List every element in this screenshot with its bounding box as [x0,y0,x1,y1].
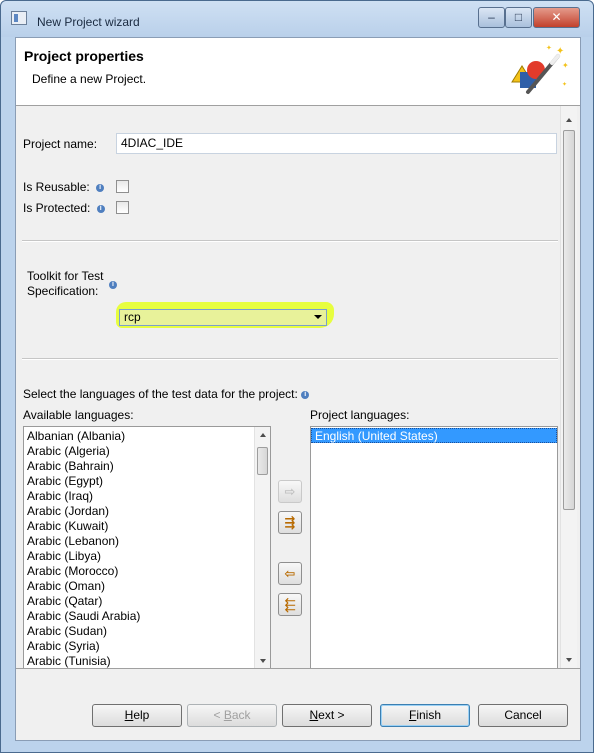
add-all-languages-button[interactable]: ⇶ [278,511,302,534]
toolkit-dropdown[interactable]: rcp [119,309,327,326]
cancel-button[interactable]: Cancel [478,704,568,727]
svg-text:✦: ✦ [562,81,567,88]
project-languages-list[interactable]: English (United States) [310,426,558,668]
finish-label: inish [416,708,442,722]
maximize-button[interactable]: □ [505,7,532,28]
finish-button[interactable]: Finish [380,704,470,727]
info-icon[interactable]: i [301,390,310,399]
list-item[interactable]: Albanian (Albania) [24,429,270,444]
title-bar[interactable]: New Project wizard ‒ □ ✕ [1,1,593,37]
available-languages-list[interactable]: Albanian (Albania) Arabic (Algeria) Arabic… [23,426,271,668]
list-item[interactable]: Arabic (Jordan) [24,504,270,519]
is-reusable-text: Is Reusable: [23,180,90,194]
remove-all-languages-button[interactable]: ⬱ [278,593,302,616]
list-item[interactable]: Arabic (Saudi Arabia) [24,609,270,624]
languages-instruction: Select the languages of the test data fo… [23,387,310,401]
next-mnemonic: N [309,708,319,722]
list-item[interactable]: Arabic (Tunisia) [24,654,270,668]
remove-language-button[interactable]: ⇦ [278,562,302,585]
separator [22,358,558,360]
list-item[interactable]: Arabic (Iraq) [24,489,270,504]
svg-text:✦: ✦ [562,61,569,70]
page-title: Project properties [24,48,144,64]
window-frame: New Project wizard ‒ □ ✕ Project propert… [0,0,594,753]
back-button[interactable]: < Back [187,704,277,727]
project-name-field[interactable]: 4DIAC_IDE [116,133,557,154]
list-item[interactable]: Arabic (Qatar) [24,594,270,609]
list-item[interactable]: Arabic (Lebanon) [24,534,270,549]
back-mnemonic: B [223,708,232,722]
close-button[interactable]: ✕ [533,7,580,28]
add-language-button[interactable]: ⇨ [278,480,302,503]
list-item[interactable]: Arabic (Oman) [24,579,270,594]
is-reusable-label: Is Reusable: i [23,180,105,194]
list-item[interactable]: English (United States) [311,428,557,443]
toolkit-dropdown-value: rcp [124,310,141,324]
help-label: elp [133,708,150,722]
svg-text:✦: ✦ [546,44,552,52]
list-item[interactable]: Arabic (Syria) [24,639,270,654]
info-icon[interactable]: i [96,204,105,213]
list-item[interactable]: Arabic (Morocco) [24,564,270,579]
list-item[interactable]: Arabic (Bahrain) [24,459,270,474]
scroll-down-icon[interactable] [260,659,266,663]
list-item[interactable]: Arabic (Libya) [24,549,270,564]
page-description: Define a new Project. [32,72,147,86]
toolkit-label: Toolkit for Test Specification: [27,269,103,299]
list-item[interactable]: Arabic (Algeria) [24,444,270,459]
is-protected-text: Is Protected: [23,201,91,215]
wizard-header: Project properties Define a new Project.… [16,38,580,106]
is-protected-checkbox[interactable] [116,201,129,214]
wizard-content: Project name: 4DIAC_IDE Is Reusable: i I… [16,106,580,668]
is-reusable-checkbox[interactable] [116,180,129,193]
wizard-wand-icon: ✦ ✦ ✦ ✦ [511,44,569,94]
list-item[interactable]: Arabic (Egypt) [24,474,270,489]
window-title: New Project wizard [37,15,140,29]
content-scrollbar[interactable] [560,106,577,668]
scroll-thumb[interactable] [257,447,268,475]
scroll-thumb[interactable] [563,130,575,510]
button-bar: Help < Back Next > Finish Cancel [16,668,580,740]
toolkit-label-line1: Toolkit for Test [27,269,104,283]
help-button[interactable]: Help [92,704,182,727]
languages-instruction-text: Select the languages of the test data fo… [23,387,298,401]
back-label: ack [231,708,251,722]
available-languages-label: Available languages: [23,408,134,422]
project-languages-label: Project languages: [310,408,410,422]
minimize-button[interactable]: ‒ [478,7,505,28]
info-icon[interactable]: i [96,183,105,192]
list-item[interactable]: Arabic (Kuwait) [24,519,270,534]
chevron-down-icon[interactable] [314,315,322,319]
wizard-client-area: Project properties Define a new Project.… [15,37,581,741]
next-label: ext > [318,708,345,722]
app-window-icon [11,11,27,25]
next-button[interactable]: Next > [282,704,372,727]
list-item[interactable]: Arabic (Sudan) [24,624,270,639]
info-icon[interactable]: i [109,281,117,289]
available-list-scrollbar[interactable] [254,427,270,668]
project-name-label: Project name: [23,137,98,151]
svg-text:✦: ✦ [556,46,564,57]
scroll-down-icon[interactable] [566,658,572,662]
separator [22,240,558,242]
scroll-up-icon[interactable] [260,433,266,437]
toolkit-label-line2: Specification: [27,284,99,298]
back-prefix: < [213,708,224,722]
scroll-up-icon[interactable] [566,118,572,122]
is-protected-label: Is Protected: i [23,201,105,215]
